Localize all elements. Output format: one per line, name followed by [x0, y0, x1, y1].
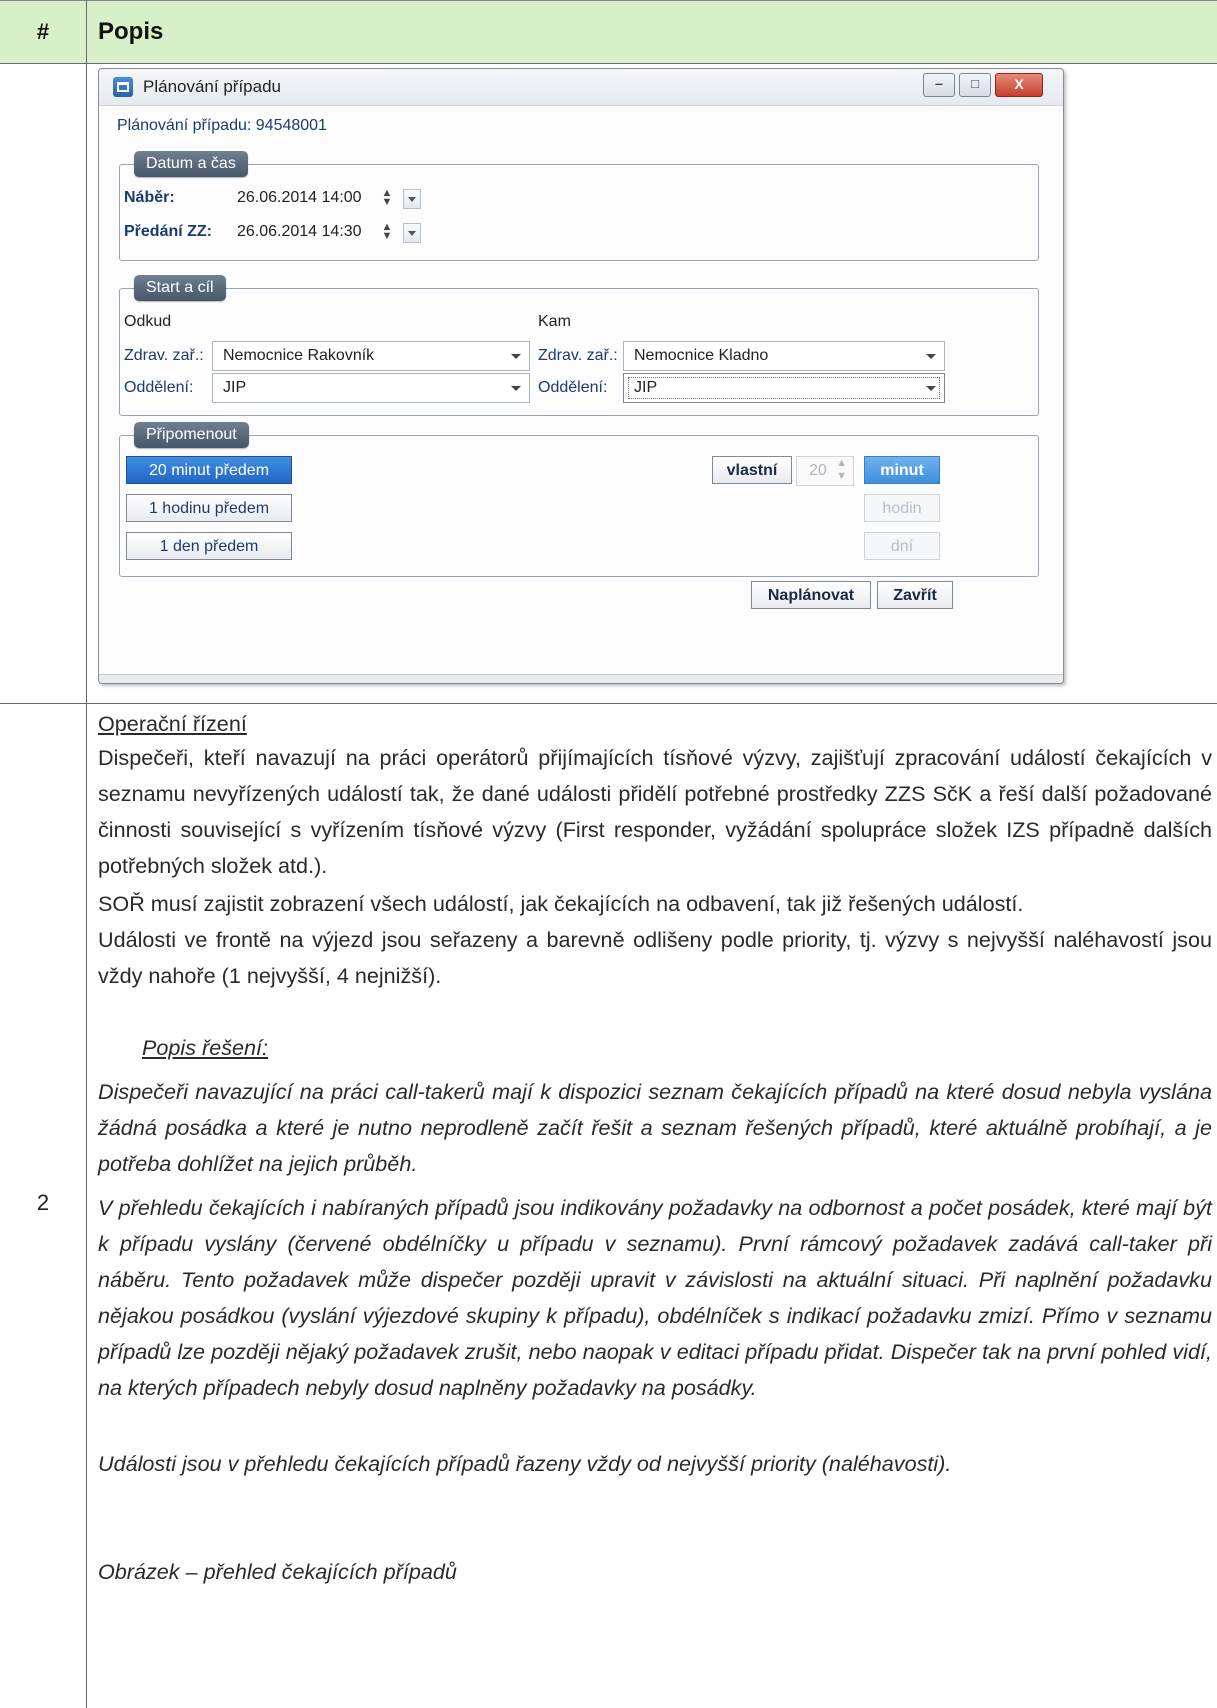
planning-dialog: Plánování případu ‒ □ X Plánování případ… [98, 68, 1064, 684]
column-divider [86, 0, 87, 1708]
paragraph-1: Dispečeři, kteří navazují na práci operá… [98, 745, 1212, 878]
predani-label: Předání ZZ: [124, 223, 213, 240]
focus-outline [628, 377, 940, 399]
odkud-department-select[interactable]: JIP [212, 373, 530, 403]
close-dialog-button[interactable]: Zavřít [877, 581, 953, 609]
paragraph-6: Události jsou v přehledu čekajících příp… [98, 1451, 952, 1476]
naber-datetime-field[interactable]: 26.06.2014 14:00 [237, 189, 362, 207]
schedule-button[interactable]: Naplánovat [751, 581, 871, 609]
minimize-icon: ‒ [935, 76, 943, 91]
reminder-1-hour-button[interactable]: 1 hodinu předem [126, 494, 292, 522]
figure-caption: Obrázek – přehled čekajících případů [98, 1559, 457, 1584]
kam-oddeleni-label: Oddělení: [538, 379, 608, 396]
naber-label: Náběr: [124, 189, 175, 206]
close-button[interactable]: X [995, 73, 1043, 97]
kam-heading: Kam [538, 313, 571, 330]
datetime-legend: Datum a čas [134, 151, 248, 177]
row-divider [0, 703, 1217, 704]
column-header-number: # [36, 19, 50, 44]
odkud-oddeleni-label: Oddělení: [124, 379, 194, 396]
naber-dropdown-button[interactable] [403, 189, 421, 209]
custom-reminder-number-value: 20 [809, 462, 827, 479]
paragraph-5: V přehledu čekajících i nabíraných přípa… [98, 1195, 1212, 1400]
predani-dropdown-button[interactable] [403, 223, 421, 243]
minimize-button[interactable]: ‒ [923, 73, 955, 97]
close-icon: X [1014, 76, 1024, 92]
odkud-facility-select[interactable]: Nemocnice Rakovník [212, 341, 530, 371]
kam-facility-select[interactable]: Nemocnice Kladno [623, 341, 945, 371]
odkud-department-value: JIP [223, 379, 247, 396]
paragraph-3: Události ve frontě na výjezd jsou seřaze… [98, 927, 1212, 988]
row-number: 2 [36, 1190, 50, 1215]
chevron-down-icon [926, 386, 936, 391]
unit-days-button[interactable]: dní [864, 532, 940, 560]
route-group: Start a cíl Odkud Kam Zdrav. zař.: Nemoc… [119, 275, 1039, 416]
naber-spinner-icon[interactable]: ▲ ▼ [381, 188, 393, 208]
kam-department-value: JIP [634, 379, 658, 396]
chevron-down-icon [511, 386, 521, 391]
case-number-label: Plánování případu: 94548001 [117, 117, 327, 134]
paragraph-4: Dispečeři navazující na práci call-taker… [98, 1079, 1212, 1176]
solution-subheading: Popis řešení: [142, 1035, 269, 1060]
reminder-1-day-button[interactable]: 1 den předem [126, 532, 292, 560]
kam-facility-value: Nemocnice Kladno [634, 347, 769, 364]
column-header-description: Popis [98, 18, 164, 45]
dialog-title: Plánování případu [143, 77, 281, 96]
dialog-titlebar[interactable]: Plánování případu ‒ □ X [99, 69, 1063, 106]
datetime-group: Datum a čas Náběr: 26.06.2014 14:00 ▲ ▼ P… [119, 151, 1039, 261]
section-heading: Operační řízení [98, 711, 247, 736]
paragraph-2: SOŘ musí zajistit zobrazení všech událos… [98, 891, 1024, 916]
window-controls: ‒ □ X [923, 73, 1043, 97]
chevron-down-icon [511, 354, 521, 359]
custom-reminder-number-input[interactable]: 20 ▲ ▼ [796, 456, 854, 486]
route-legend: Start a cíl [134, 275, 226, 301]
custom-reminder-button[interactable]: vlastní [712, 456, 792, 484]
odkud-zdrav-label: Zdrav. zař.: [124, 347, 204, 364]
table-header: # Popis [0, 0, 1217, 64]
chevron-down-icon [926, 354, 936, 359]
maximize-button[interactable]: □ [959, 73, 991, 97]
unit-minutes-button[interactable]: minut [864, 456, 940, 484]
description-table: # Popis 2 Plánování případu ‒ □ X Plánov… [0, 0, 1217, 1708]
reminder-legend: Připomenout [134, 422, 249, 448]
kam-department-select[interactable]: JIP [623, 373, 945, 403]
reminder-group: Připomenout 20 minut předem 1 hodinu pře… [119, 422, 1039, 577]
odkud-facility-value: Nemocnice Rakovník [223, 347, 375, 364]
dialog-bottom-edge [99, 674, 1063, 683]
unit-hours-button[interactable]: hodin [864, 494, 940, 522]
kam-zdrav-label: Zdrav. zař.: [538, 347, 618, 364]
calendar-app-icon [113, 77, 133, 97]
reminder-20-minutes-button[interactable]: 20 minut předem [126, 456, 292, 484]
predani-datetime-field[interactable]: 26.06.2014 14:30 [237, 223, 362, 241]
odkud-heading: Odkud [124, 313, 172, 330]
predani-spinner-icon[interactable]: ▲ ▼ [381, 222, 393, 242]
maximize-icon: □ [971, 76, 979, 91]
number-spinner-icon[interactable]: ▲ ▼ [836, 457, 847, 483]
